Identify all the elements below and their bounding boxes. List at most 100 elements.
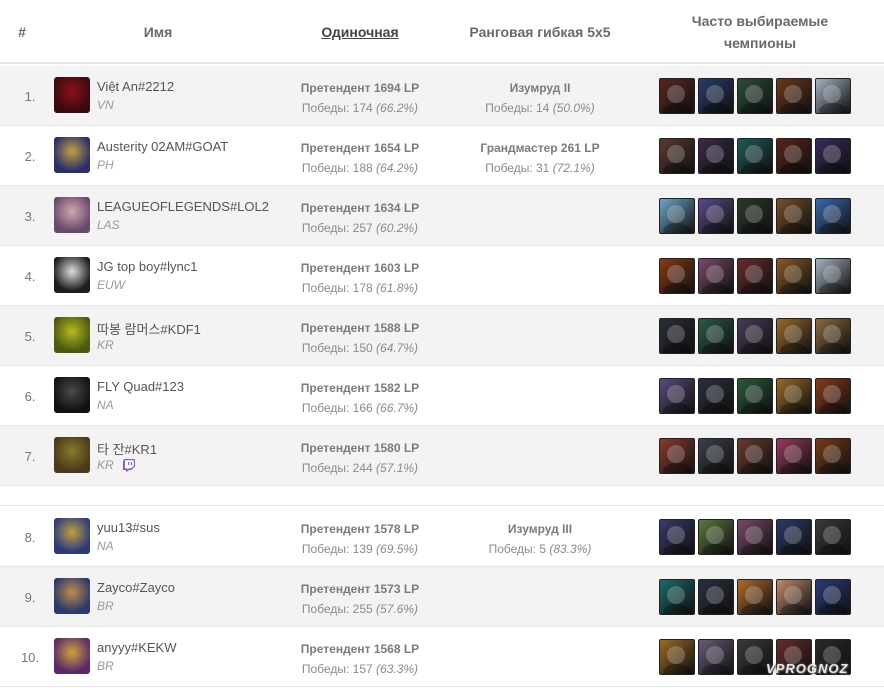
table-row[interactable]: 5. 따봉 람머스#KDF1 KR Претендент 1588 LP Победы:…: [0, 306, 884, 366]
champion-portrait-icon[interactable]: [659, 258, 695, 294]
champion-portrait-icon[interactable]: [698, 78, 734, 114]
player-name-link[interactable]: Việt An#2212: [97, 79, 174, 94]
player-avatar[interactable]: [54, 77, 90, 113]
champion-portrait-icon[interactable]: [659, 318, 695, 354]
table-row[interactable]: 3. LEAGUEOFLEGENDS#LOL2 LAS Претендент 1634…: [0, 186, 884, 246]
champion-portrait-icon[interactable]: [776, 519, 812, 555]
player-avatar[interactable]: [54, 518, 90, 554]
table-row[interactable]: 4. JG top boy#lync1 EUW Претендент 1603 LP П…: [0, 246, 884, 306]
champion-portrait-icon[interactable]: [815, 138, 851, 174]
solo-wins-line: Победы: 188 (64.2%): [280, 158, 440, 178]
champion-portrait-icon[interactable]: [815, 318, 851, 354]
twitch-icon[interactable]: [122, 458, 136, 472]
player-name-link[interactable]: anyyy#KEKW: [97, 640, 176, 655]
champion-portrait-icon[interactable]: [698, 258, 734, 294]
player-name-link[interactable]: LEAGUEOFLEGENDS#LOL2: [97, 199, 269, 214]
solo-tier: Претендент 1568 LP: [300, 642, 420, 656]
player-name-link[interactable]: Austerity 02AM#GOAT: [97, 139, 228, 154]
champion-portrait-icon[interactable]: [659, 198, 695, 234]
solo-wins: Победы: 157: [301, 662, 373, 676]
champion-portrait-icon[interactable]: [815, 258, 851, 294]
champion-portrait-icon[interactable]: [815, 78, 851, 114]
champion-portrait-icon[interactable]: [659, 378, 695, 414]
table-row[interactable]: 8. yuu13#sus NA Претендент 1578 LP Победы: 1…: [0, 507, 884, 567]
player-name-link[interactable]: JG top boy#lync1: [97, 259, 197, 274]
champion-portrait-icon[interactable]: [698, 519, 734, 555]
champion-portrait-icon[interactable]: [776, 579, 812, 615]
table-row[interactable]: 1. Việt An#2212 VN Претендент 1694 LP Победы…: [0, 66, 884, 126]
champion-portrait-icon[interactable]: [737, 78, 773, 114]
solo-rank-cell: Претендент 1654 LP Победы: 188 (64.2%): [280, 138, 440, 178]
champion-portrait-icon[interactable]: [659, 78, 695, 114]
player-avatar[interactable]: [54, 257, 90, 293]
player-name-link[interactable]: 타 잔#KR1: [97, 439, 157, 458]
table-row[interactable]: 10. anyyy#KEKW BR Претендент 1568 LP Победы:…: [0, 627, 884, 687]
champion-portrait-icon[interactable]: [698, 318, 734, 354]
solo-wins: Победы: 257: [301, 221, 373, 235]
solo-tier: Претендент 1603 LP: [300, 261, 420, 275]
player-avatar[interactable]: [54, 197, 90, 233]
champion-portrait-icon[interactable]: [815, 198, 851, 234]
champion-portrait-icon[interactable]: [815, 378, 851, 414]
champion-portrait-icon[interactable]: [737, 579, 773, 615]
table-row[interactable]: 9. Zayco#Zayco BR Претендент 1573 LP Победы:…: [0, 567, 884, 627]
player-name-link[interactable]: FLY Quad#123: [97, 379, 184, 394]
solo-wins-line: Победы: 174 (66.2%): [280, 98, 440, 118]
player-avatar[interactable]: [54, 137, 90, 173]
player-region: NA: [97, 398, 114, 412]
champion-portrait-icon[interactable]: [815, 579, 851, 615]
player-avatar[interactable]: [54, 437, 90, 473]
champion-portrait-icon[interactable]: [698, 438, 734, 474]
player-avatar[interactable]: [54, 578, 90, 614]
solo-winrate: (66.2%): [376, 101, 419, 115]
flex-wins-line: Победы: 31 (72.1%): [455, 158, 625, 178]
player-name-link[interactable]: yuu13#sus: [97, 520, 160, 535]
player-avatar[interactable]: [54, 638, 90, 674]
champion-portrait-icon[interactable]: [776, 318, 812, 354]
solo-tier: Претендент 1654 LP: [300, 141, 420, 155]
champion-portrait-icon[interactable]: [698, 138, 734, 174]
champion-portrait-icon[interactable]: [737, 198, 773, 234]
champion-portrait-icon[interactable]: [815, 438, 851, 474]
player-avatar[interactable]: [54, 377, 90, 413]
champion-portrait-icon[interactable]: [659, 438, 695, 474]
row-rank: 8.: [24, 529, 36, 545]
champion-portrait-icon[interactable]: [815, 519, 851, 555]
solo-wins-line: Победы: 244 (57.1%): [280, 458, 440, 478]
champion-portrait-icon[interactable]: [776, 78, 812, 114]
champion-portrait-icon[interactable]: [659, 519, 695, 555]
champion-portrait-icon[interactable]: [737, 138, 773, 174]
champion-portrait-icon[interactable]: [698, 639, 734, 675]
player-name-link[interactable]: 따봉 람머스#KDF1: [97, 319, 201, 338]
table-row[interactable]: 2. Austerity 02AM#GOAT PH Претендент 1654 L…: [0, 126, 884, 186]
row-rank: 5.: [24, 328, 36, 344]
champion-portrait-icon[interactable]: [698, 378, 734, 414]
champion-portrait-icon[interactable]: [659, 138, 695, 174]
champion-portrait-icon[interactable]: [737, 378, 773, 414]
champion-portrait-icon[interactable]: [737, 318, 773, 354]
header-flex[interactable]: Ранговая гибкая 5х5: [455, 0, 625, 64]
champion-portrait-icon[interactable]: [776, 258, 812, 294]
champion-portrait-icon[interactable]: [737, 258, 773, 294]
champion-portrait-icon[interactable]: [776, 378, 812, 414]
table-row[interactable]: 6. FLY Quad#123 NA Претендент 1582 LP Победы…: [0, 366, 884, 426]
champion-portrait-icon[interactable]: [659, 639, 695, 675]
solo-rank-cell: Претендент 1578 LP Победы: 139 (69.5%): [280, 519, 440, 559]
header-solo[interactable]: Одиночная: [280, 0, 440, 64]
champion-portrait-icon[interactable]: [776, 138, 812, 174]
header-name[interactable]: Имя: [90, 0, 226, 64]
player-name-link[interactable]: Zayco#Zayco: [97, 580, 175, 595]
solo-tier: Претендент 1694 LP: [300, 81, 420, 95]
champion-portrait-icon[interactable]: [698, 579, 734, 615]
champion-portrait-icon[interactable]: [737, 438, 773, 474]
player-region: VN: [97, 98, 114, 112]
table-row[interactable]: 7. 타 잔#KR1 KR Претендент 1580 LP Победы: 244…: [0, 426, 884, 486]
player-avatar[interactable]: [54, 317, 90, 353]
region-label: EUW: [97, 278, 125, 292]
champion-portrait-icon[interactable]: [737, 519, 773, 555]
champion-portrait-icon[interactable]: [776, 198, 812, 234]
region-label: NA: [97, 539, 114, 553]
champion-portrait-icon[interactable]: [659, 579, 695, 615]
champion-portrait-icon[interactable]: [776, 438, 812, 474]
champion-portrait-icon[interactable]: [698, 198, 734, 234]
